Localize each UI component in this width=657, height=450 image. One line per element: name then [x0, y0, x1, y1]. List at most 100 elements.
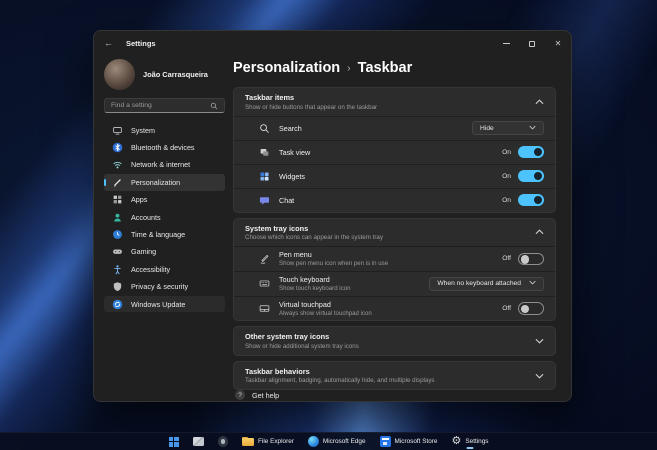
task-view-row: Task view On	[234, 139, 555, 164]
taskbar-behaviors-card: Taskbar behaviors Taskbar alignment, bad…	[233, 360, 556, 391]
search-input[interactable]	[111, 102, 210, 109]
settings-window: ← Settings ✕ João Carrasqueira Find a se…	[93, 30, 572, 402]
sidebar-item-accounts[interactable]: Accounts	[104, 209, 225, 225]
other-system-tray-icons-card: Other system tray icons Show or hide add…	[233, 326, 556, 356]
other-system-tray-icons-header[interactable]: Other system tray icons Show or hide add…	[234, 327, 555, 355]
start-button[interactable]	[162, 433, 186, 450]
get-help-link[interactable]: ? Get help	[233, 390, 556, 401]
sidebar: João Carrasqueira System Bluetooth & dev…	[94, 56, 233, 401]
window-controls: ✕	[493, 31, 571, 56]
sidebar-item-bluetooth-devices[interactable]: Bluetooth & devices	[104, 139, 225, 155]
user-profile[interactable]: João Carrasqueira	[104, 59, 225, 90]
accessibility-icon	[112, 264, 123, 275]
taskbar-app-microsoft-edge[interactable]: Microsoft Edge	[301, 433, 373, 450]
start-icon	[168, 436, 179, 447]
chevron-down-icon	[535, 373, 544, 379]
widgets-row: Widgets On	[234, 163, 555, 188]
personalization-icon	[112, 177, 123, 188]
edge-icon	[307, 436, 319, 447]
back-button[interactable]: ←	[104, 39, 120, 48]
chevron-down-icon	[535, 338, 544, 344]
sidebar-item-windows-update[interactable]: Windows Update	[104, 295, 225, 313]
taskbar-items-card: Taskbar items Show or hide buttons that …	[233, 87, 556, 213]
touch-keyboard-icon	[259, 278, 270, 289]
breadcrumb-separator: ›	[347, 62, 351, 74]
privacy-shield-icon	[112, 281, 123, 292]
toggle-state-label: Off	[502, 304, 511, 312]
breadcrumb: Personalization › Taskbar	[233, 59, 556, 77]
taskbar-app-microsoft-store[interactable]: Microsoft Store	[373, 433, 445, 450]
windows-update-icon	[112, 299, 123, 310]
virtual-touchpad-icon	[259, 303, 270, 314]
taskbar-app-round[interactable]	[211, 433, 236, 450]
search-icon	[210, 97, 218, 115]
search-visibility-dropdown[interactable]: Hide	[472, 121, 544, 135]
system-tray-icons-card: System tray icons Choose which icons can…	[233, 217, 556, 322]
close-button[interactable]: ✕	[545, 31, 571, 56]
maximize-button[interactable]	[519, 31, 545, 56]
pen-icon	[259, 253, 270, 265]
task-view-icon	[259, 147, 270, 158]
avatar	[104, 59, 135, 90]
pen-menu-row: Pen menu Show pen menu icon when pen is …	[234, 246, 555, 271]
bluetooth-icon	[112, 142, 123, 153]
network-icon	[112, 159, 123, 170]
sidebar-item-time-language[interactable]: Time & language	[104, 226, 225, 242]
window-title: Settings	[126, 39, 156, 48]
toggle-state-label: On	[502, 148, 511, 156]
sidebar-item-network-internet[interactable]: Network & internet	[104, 157, 225, 173]
user-name: João Carrasqueira	[143, 70, 208, 79]
system-icon	[112, 125, 123, 136]
sidebar-nav: System Bluetooth & devices Network & int…	[104, 122, 225, 313]
sidebar-item-gaming[interactable]: Gaming	[104, 244, 225, 260]
store-icon	[379, 436, 391, 447]
toggle-state-label: Off	[502, 255, 511, 263]
taskbar-app-file-explorer[interactable]: File Explorer	[235, 433, 301, 450]
page-title: Taskbar	[357, 59, 413, 76]
round-app-icon	[217, 436, 229, 447]
taskbar-app-settings[interactable]: ⚙ Settings	[445, 433, 496, 450]
chevron-up-icon	[535, 229, 544, 235]
chevron-up-icon	[535, 99, 544, 105]
pen-menu-toggle[interactable]	[518, 252, 544, 266]
sidebar-item-personalization[interactable]: Personalization	[104, 174, 225, 191]
search-row: Search Hide	[234, 115, 555, 140]
help-icon: ?	[235, 390, 245, 401]
touch-keyboard-row: Touch keyboard Show touch keyboard icon …	[234, 270, 555, 296]
taskbar-items-header[interactable]: Taskbar items Show or hide buttons that …	[234, 88, 555, 116]
system-tray-icons-header[interactable]: System tray icons Choose which icons can…	[234, 219, 555, 247]
mail-app-icon	[192, 436, 204, 447]
chat-toggle[interactable]	[518, 193, 544, 207]
minimize-button[interactable]	[493, 31, 519, 56]
chat-icon	[259, 195, 270, 206]
chat-row: Chat On	[234, 187, 555, 212]
chevron-down-icon	[529, 280, 536, 287]
taskbar-behaviors-header[interactable]: Taskbar behaviors Taskbar alignment, bad…	[234, 362, 555, 390]
toggle-state-label: On	[502, 196, 511, 204]
task-view-toggle[interactable]	[518, 145, 544, 159]
os-taskbar: File Explorer Microsoft Edge Microsoft S…	[0, 432, 657, 450]
sidebar-item-privacy-security[interactable]: Privacy & security	[104, 279, 225, 295]
file-explorer-icon	[242, 436, 255, 447]
touch-keyboard-dropdown[interactable]: When no keyboard attached	[429, 276, 544, 291]
settings-search-box	[104, 98, 225, 113]
toggle-state-label: On	[502, 172, 511, 180]
accounts-icon	[112, 212, 123, 223]
virtual-touchpad-row: Virtual touchpad Always show virtual tou…	[234, 295, 555, 321]
breadcrumb-personalization[interactable]: Personalization	[233, 60, 340, 77]
main-content: Personalization › Taskbar Taskbar items …	[233, 56, 571, 401]
sidebar-item-accessibility[interactable]: Accessibility	[104, 261, 225, 277]
sidebar-item-apps[interactable]: Apps	[104, 192, 225, 208]
widgets-icon	[259, 171, 270, 182]
widgets-toggle[interactable]	[518, 169, 544, 183]
gaming-icon	[112, 246, 123, 257]
chevron-down-icon	[529, 125, 536, 132]
search-icon	[259, 123, 270, 134]
virtual-touchpad-toggle[interactable]	[518, 302, 544, 315]
settings-gear-icon: ⚙	[451, 435, 462, 447]
time-language-icon	[112, 229, 123, 240]
sidebar-item-system[interactable]: System	[104, 122, 225, 138]
taskbar-app-mail[interactable]	[186, 433, 211, 450]
title-bar: ← Settings ✕	[94, 31, 571, 56]
apps-icon	[112, 194, 123, 205]
